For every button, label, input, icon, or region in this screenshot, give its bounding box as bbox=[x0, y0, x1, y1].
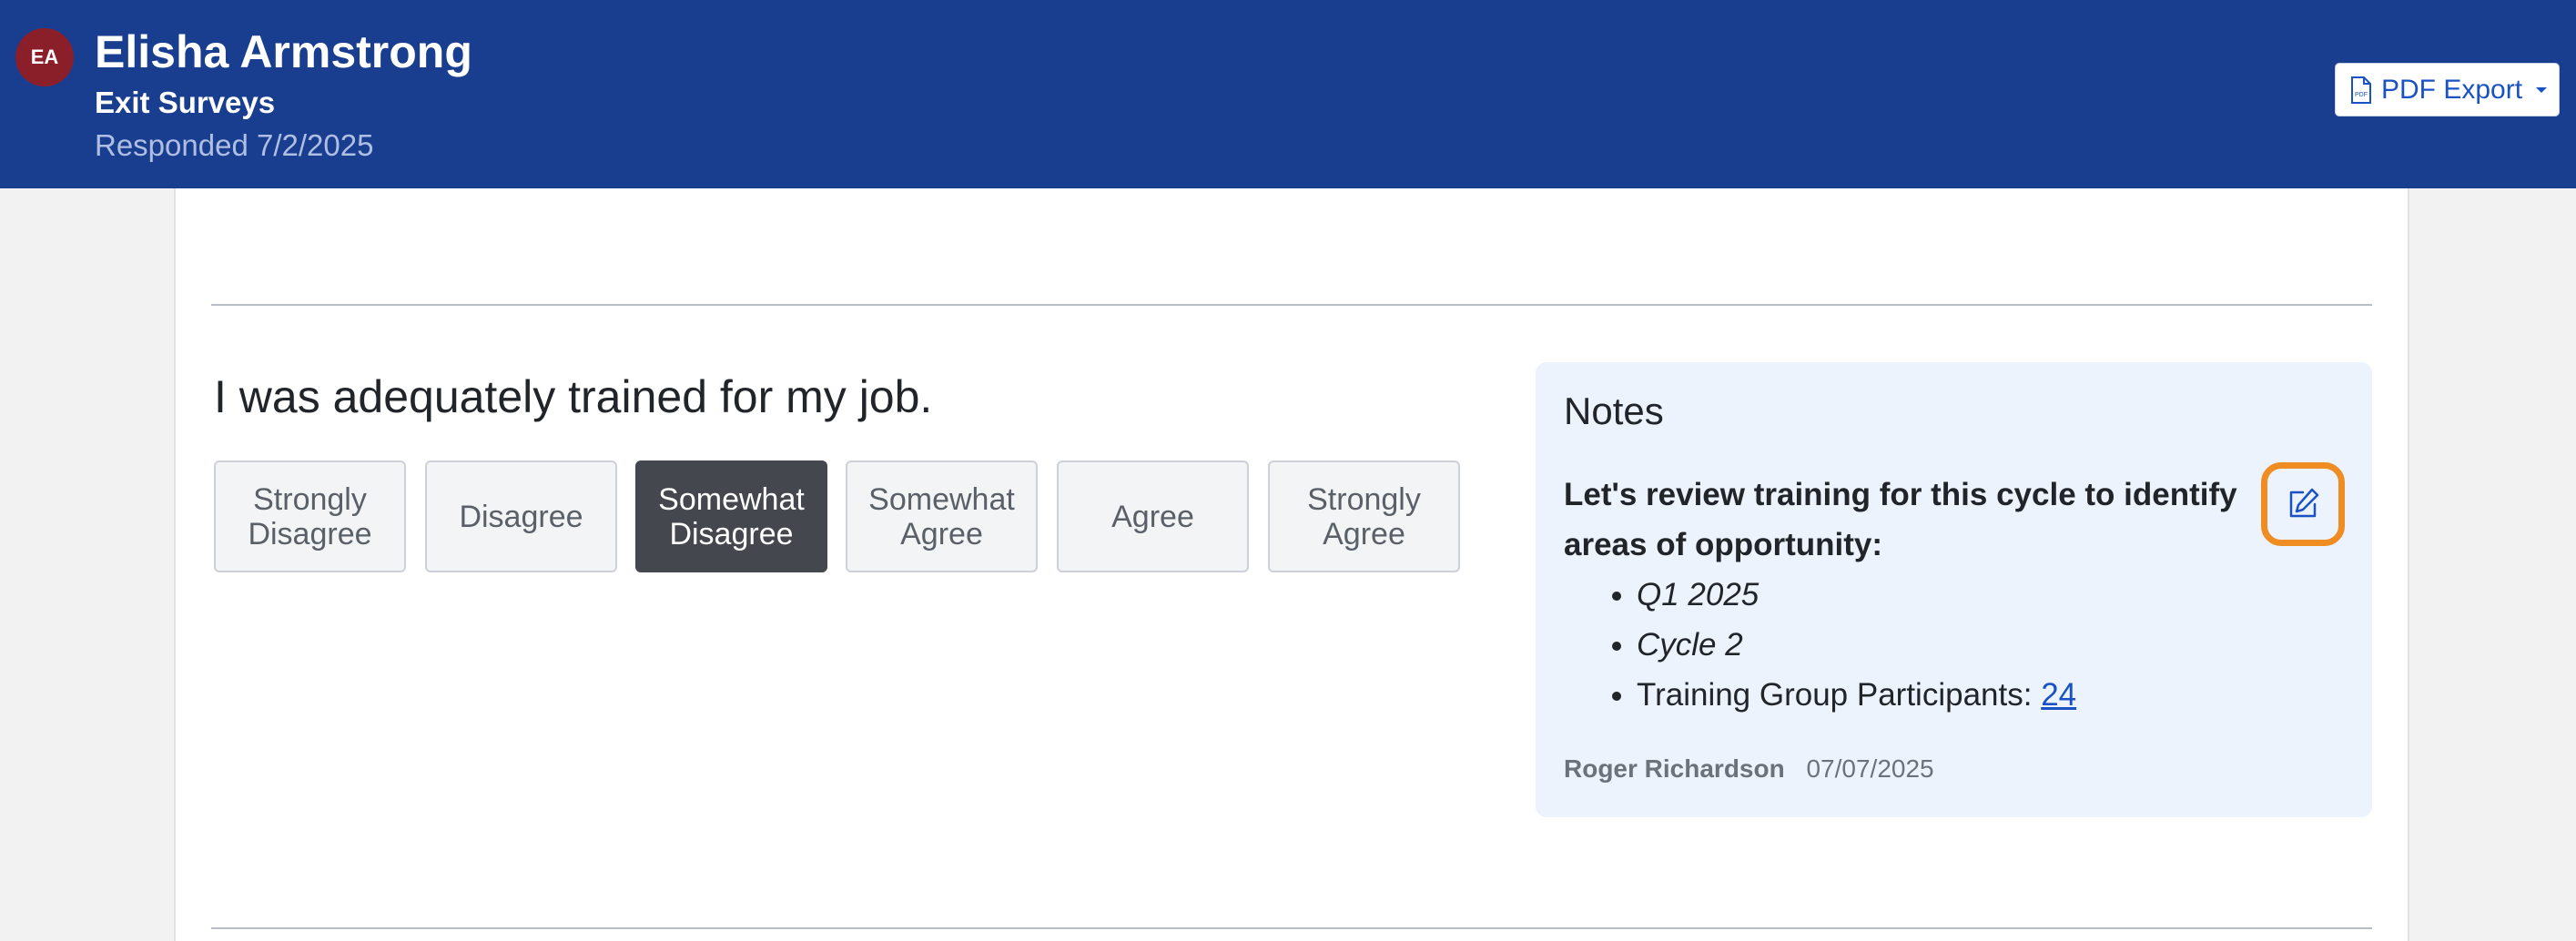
choice-somewhat-disagree[interactable]: Somewhat Disagree bbox=[635, 460, 827, 572]
edit-note-button[interactable] bbox=[2261, 462, 2345, 546]
respondent-name: Elisha Armstrong bbox=[95, 26, 472, 77]
responded-date: Responded 7/2/2025 bbox=[95, 128, 374, 162]
notes-title: Notes bbox=[1564, 390, 1664, 432]
note-footer: Roger Richardson 07/07/2025 bbox=[1564, 754, 1934, 784]
survey-name: Exit Surveys bbox=[95, 86, 276, 119]
chevron-down-icon bbox=[2535, 86, 2548, 95]
choice-strongly-agree[interactable]: Strongly Agree bbox=[1268, 460, 1460, 572]
pdf-export-button[interactable]: PDF PDF Export bbox=[2335, 63, 2560, 116]
choice-agree[interactable]: Agree bbox=[1057, 460, 1249, 572]
header-bar: EA Elisha Armstrong Exit Surveys Respond… bbox=[0, 0, 2576, 188]
top-divider bbox=[211, 304, 2372, 306]
bottom-divider bbox=[211, 927, 2372, 929]
svg-text:PDF: PDF bbox=[2355, 92, 2368, 98]
pdf-export-label: PDF Export bbox=[2381, 74, 2523, 105]
pdf-file-icon: PDF bbox=[2350, 76, 2372, 104]
question-text: I was adequately trained for my job. bbox=[214, 371, 933, 422]
choice-disagree[interactable]: Disagree bbox=[425, 460, 617, 572]
list-item: Cycle 2 bbox=[1637, 620, 2256, 670]
choice-somewhat-agree[interactable]: Somewhat Agree bbox=[846, 460, 1038, 572]
note-author: Roger Richardson bbox=[1564, 754, 1785, 783]
note-bullet-list: Q1 2025 Cycle 2 Training Group Participa… bbox=[1564, 570, 2256, 720]
note-lead: Let's review training for this cycle to … bbox=[1564, 477, 2237, 562]
avatar: EA bbox=[15, 28, 74, 86]
note-date: 07/07/2025 bbox=[1806, 754, 1934, 783]
edit-icon bbox=[2285, 486, 2321, 522]
note-content: Let's review training for this cycle to … bbox=[1564, 470, 2256, 720]
list-item: Q1 2025 bbox=[1637, 570, 2256, 620]
participants-link[interactable]: 24 bbox=[2041, 677, 2076, 713]
choice-strongly-disagree[interactable]: Strongly Disagree bbox=[214, 460, 406, 572]
notes-panel: Notes Let's review training for this cyc… bbox=[1536, 362, 2372, 817]
list-item: Training Group Participants: 24 bbox=[1637, 670, 2256, 720]
